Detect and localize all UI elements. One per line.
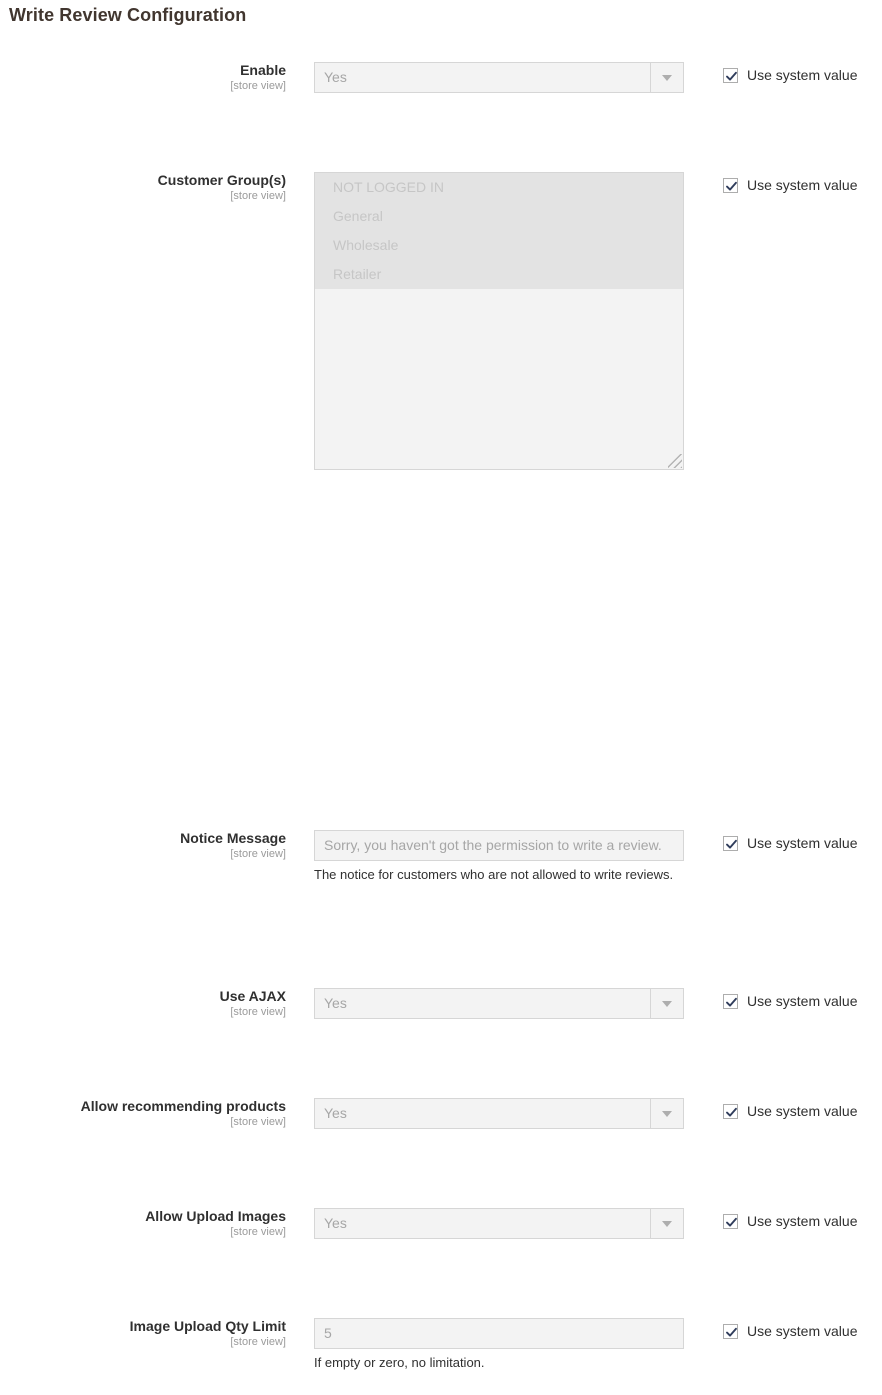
control-use-ajax: Yes: [314, 988, 684, 1019]
label-use-ajax: Use AJAX [store view]: [0, 988, 300, 1019]
field-label-text: Use AJAX: [219, 988, 286, 1004]
select-use-ajax-value: Yes: [324, 995, 347, 1011]
configuration-form: Enable [store view] Yes Use system value…: [0, 62, 882, 1370]
list-item[interactable]: NOT LOGGED IN: [315, 173, 683, 202]
control-notice-message: Sorry, you haven't got the permission to…: [314, 830, 684, 883]
chevron-down-icon[interactable]: [650, 1209, 683, 1238]
field-row-customer-groups: Customer Group(s) [store view] NOT LOGGE…: [0, 172, 882, 497]
use-system-value-allow-recommending-products[interactable]: Use system value: [723, 1103, 857, 1119]
use-system-value-label: Use system value: [747, 67, 858, 83]
page-title: Write Review Configuration: [9, 5, 247, 25]
field-row-image-upload-qty-limit: Image Upload Qty Limit [store view] 5 If…: [0, 1318, 882, 1395]
label-notice-message: Notice Message [store view]: [0, 830, 300, 861]
use-system-value-use-ajax[interactable]: Use system value: [723, 993, 857, 1009]
control-image-upload-qty-limit: 5 If empty or zero, no limitation.: [314, 1318, 684, 1371]
select-enable[interactable]: Yes: [314, 62, 684, 93]
multiselect-option-list: NOT LOGGED IN General Wholesale Retailer: [315, 173, 683, 289]
field-scope-text: [store view]: [230, 1226, 286, 1238]
hint-image-upload-qty-limit: If empty or zero, no limitation.: [314, 1355, 485, 1370]
checkbox-checked-icon[interactable]: [723, 1103, 738, 1119]
hint-notice-message: The notice for customers who are not all…: [314, 867, 674, 882]
list-item[interactable]: Wholesale: [315, 231, 683, 260]
field-row-notice-message: Notice Message [store view] Sorry, you h…: [0, 830, 882, 907]
field-label-text: Allow recommending products: [80, 1098, 286, 1114]
checkbox-checked-icon[interactable]: [723, 993, 738, 1009]
field-label-text: Image Upload Qty Limit: [129, 1318, 286, 1334]
field-label-text: Allow Upload Images: [145, 1208, 286, 1224]
use-system-value-label: Use system value: [747, 1323, 858, 1339]
control-customer-groups: NOT LOGGED IN General Wholesale Retailer: [314, 172, 684, 470]
field-label-text: Notice Message: [180, 830, 286, 846]
input-image-upload-qty-limit[interactable]: 5: [314, 1318, 684, 1349]
field-label-text: Enable: [240, 62, 286, 78]
use-system-value-notice-message[interactable]: Use system value: [723, 835, 857, 851]
field-row-enable: Enable [store view] Yes Use system value: [0, 62, 882, 117]
checkbox-checked-icon[interactable]: [723, 67, 738, 83]
chevron-down-icon[interactable]: [650, 989, 683, 1018]
select-enable-value: Yes: [324, 69, 347, 85]
checkbox-checked-icon[interactable]: [723, 1323, 738, 1339]
caret-glyph: [662, 1000, 672, 1007]
field-label-text: Customer Group(s): [157, 172, 286, 188]
label-image-upload-qty-limit: Image Upload Qty Limit [store view]: [0, 1318, 300, 1349]
field-scope-text: [store view]: [230, 80, 286, 92]
checkbox-checked-icon[interactable]: [723, 1213, 738, 1229]
multiselect-customer-groups[interactable]: NOT LOGGED IN General Wholesale Retailer: [314, 172, 684, 470]
caret-glyph: [662, 74, 672, 81]
label-allow-upload-images: Allow Upload Images [store view]: [0, 1208, 300, 1239]
label-allow-recommending-products: Allow recommending products [store view]: [0, 1098, 300, 1129]
field-scope-text: [store view]: [230, 1336, 286, 1348]
field-scope-text: [store view]: [230, 1116, 286, 1128]
caret-glyph: [662, 1110, 672, 1117]
select-use-ajax[interactable]: Yes: [314, 988, 684, 1019]
field-scope-text: [store view]: [230, 190, 286, 202]
use-system-value-label: Use system value: [747, 1103, 858, 1119]
use-system-value-label: Use system value: [747, 835, 858, 851]
list-item[interactable]: General: [315, 202, 683, 231]
select-allow-upload-images-value: Yes: [324, 1215, 347, 1231]
checkbox-checked-icon[interactable]: [723, 835, 738, 851]
field-row-allow-upload-images: Allow Upload Images [store view] Yes Use…: [0, 1208, 882, 1263]
control-enable: Yes: [314, 62, 684, 93]
caret-glyph: [662, 1220, 672, 1227]
control-allow-upload-images: Yes: [314, 1208, 684, 1239]
select-allow-recommending-products-value: Yes: [324, 1105, 347, 1121]
field-row-allow-recommending-products: Allow recommending products [store view]…: [0, 1098, 882, 1153]
use-system-value-label: Use system value: [747, 177, 858, 193]
checkbox-checked-icon[interactable]: [723, 177, 738, 193]
use-system-value-image-upload-qty-limit[interactable]: Use system value: [723, 1323, 857, 1339]
chevron-down-icon[interactable]: [650, 63, 683, 92]
select-allow-recommending-products[interactable]: Yes: [314, 1098, 684, 1129]
field-row-use-ajax: Use AJAX [store view] Yes Use system val…: [0, 988, 882, 1043]
field-scope-text: [store view]: [230, 848, 286, 860]
label-enable: Enable [store view]: [0, 62, 300, 93]
resize-handle-icon[interactable]: [668, 454, 682, 468]
use-system-value-allow-upload-images[interactable]: Use system value: [723, 1213, 857, 1229]
control-allow-recommending-products: Yes: [314, 1098, 684, 1129]
use-system-value-label: Use system value: [747, 993, 858, 1009]
use-system-value-customer-groups[interactable]: Use system value: [723, 177, 857, 193]
select-allow-upload-images[interactable]: Yes: [314, 1208, 684, 1239]
use-system-value-enable[interactable]: Use system value: [723, 67, 857, 83]
field-scope-text: [store view]: [230, 1006, 286, 1018]
chevron-down-icon[interactable]: [650, 1099, 683, 1128]
list-item[interactable]: Retailer: [315, 260, 683, 289]
label-customer-groups: Customer Group(s) [store view]: [0, 172, 300, 203]
use-system-value-label: Use system value: [747, 1213, 858, 1229]
input-notice-message[interactable]: Sorry, you haven't got the permission to…: [314, 830, 684, 861]
